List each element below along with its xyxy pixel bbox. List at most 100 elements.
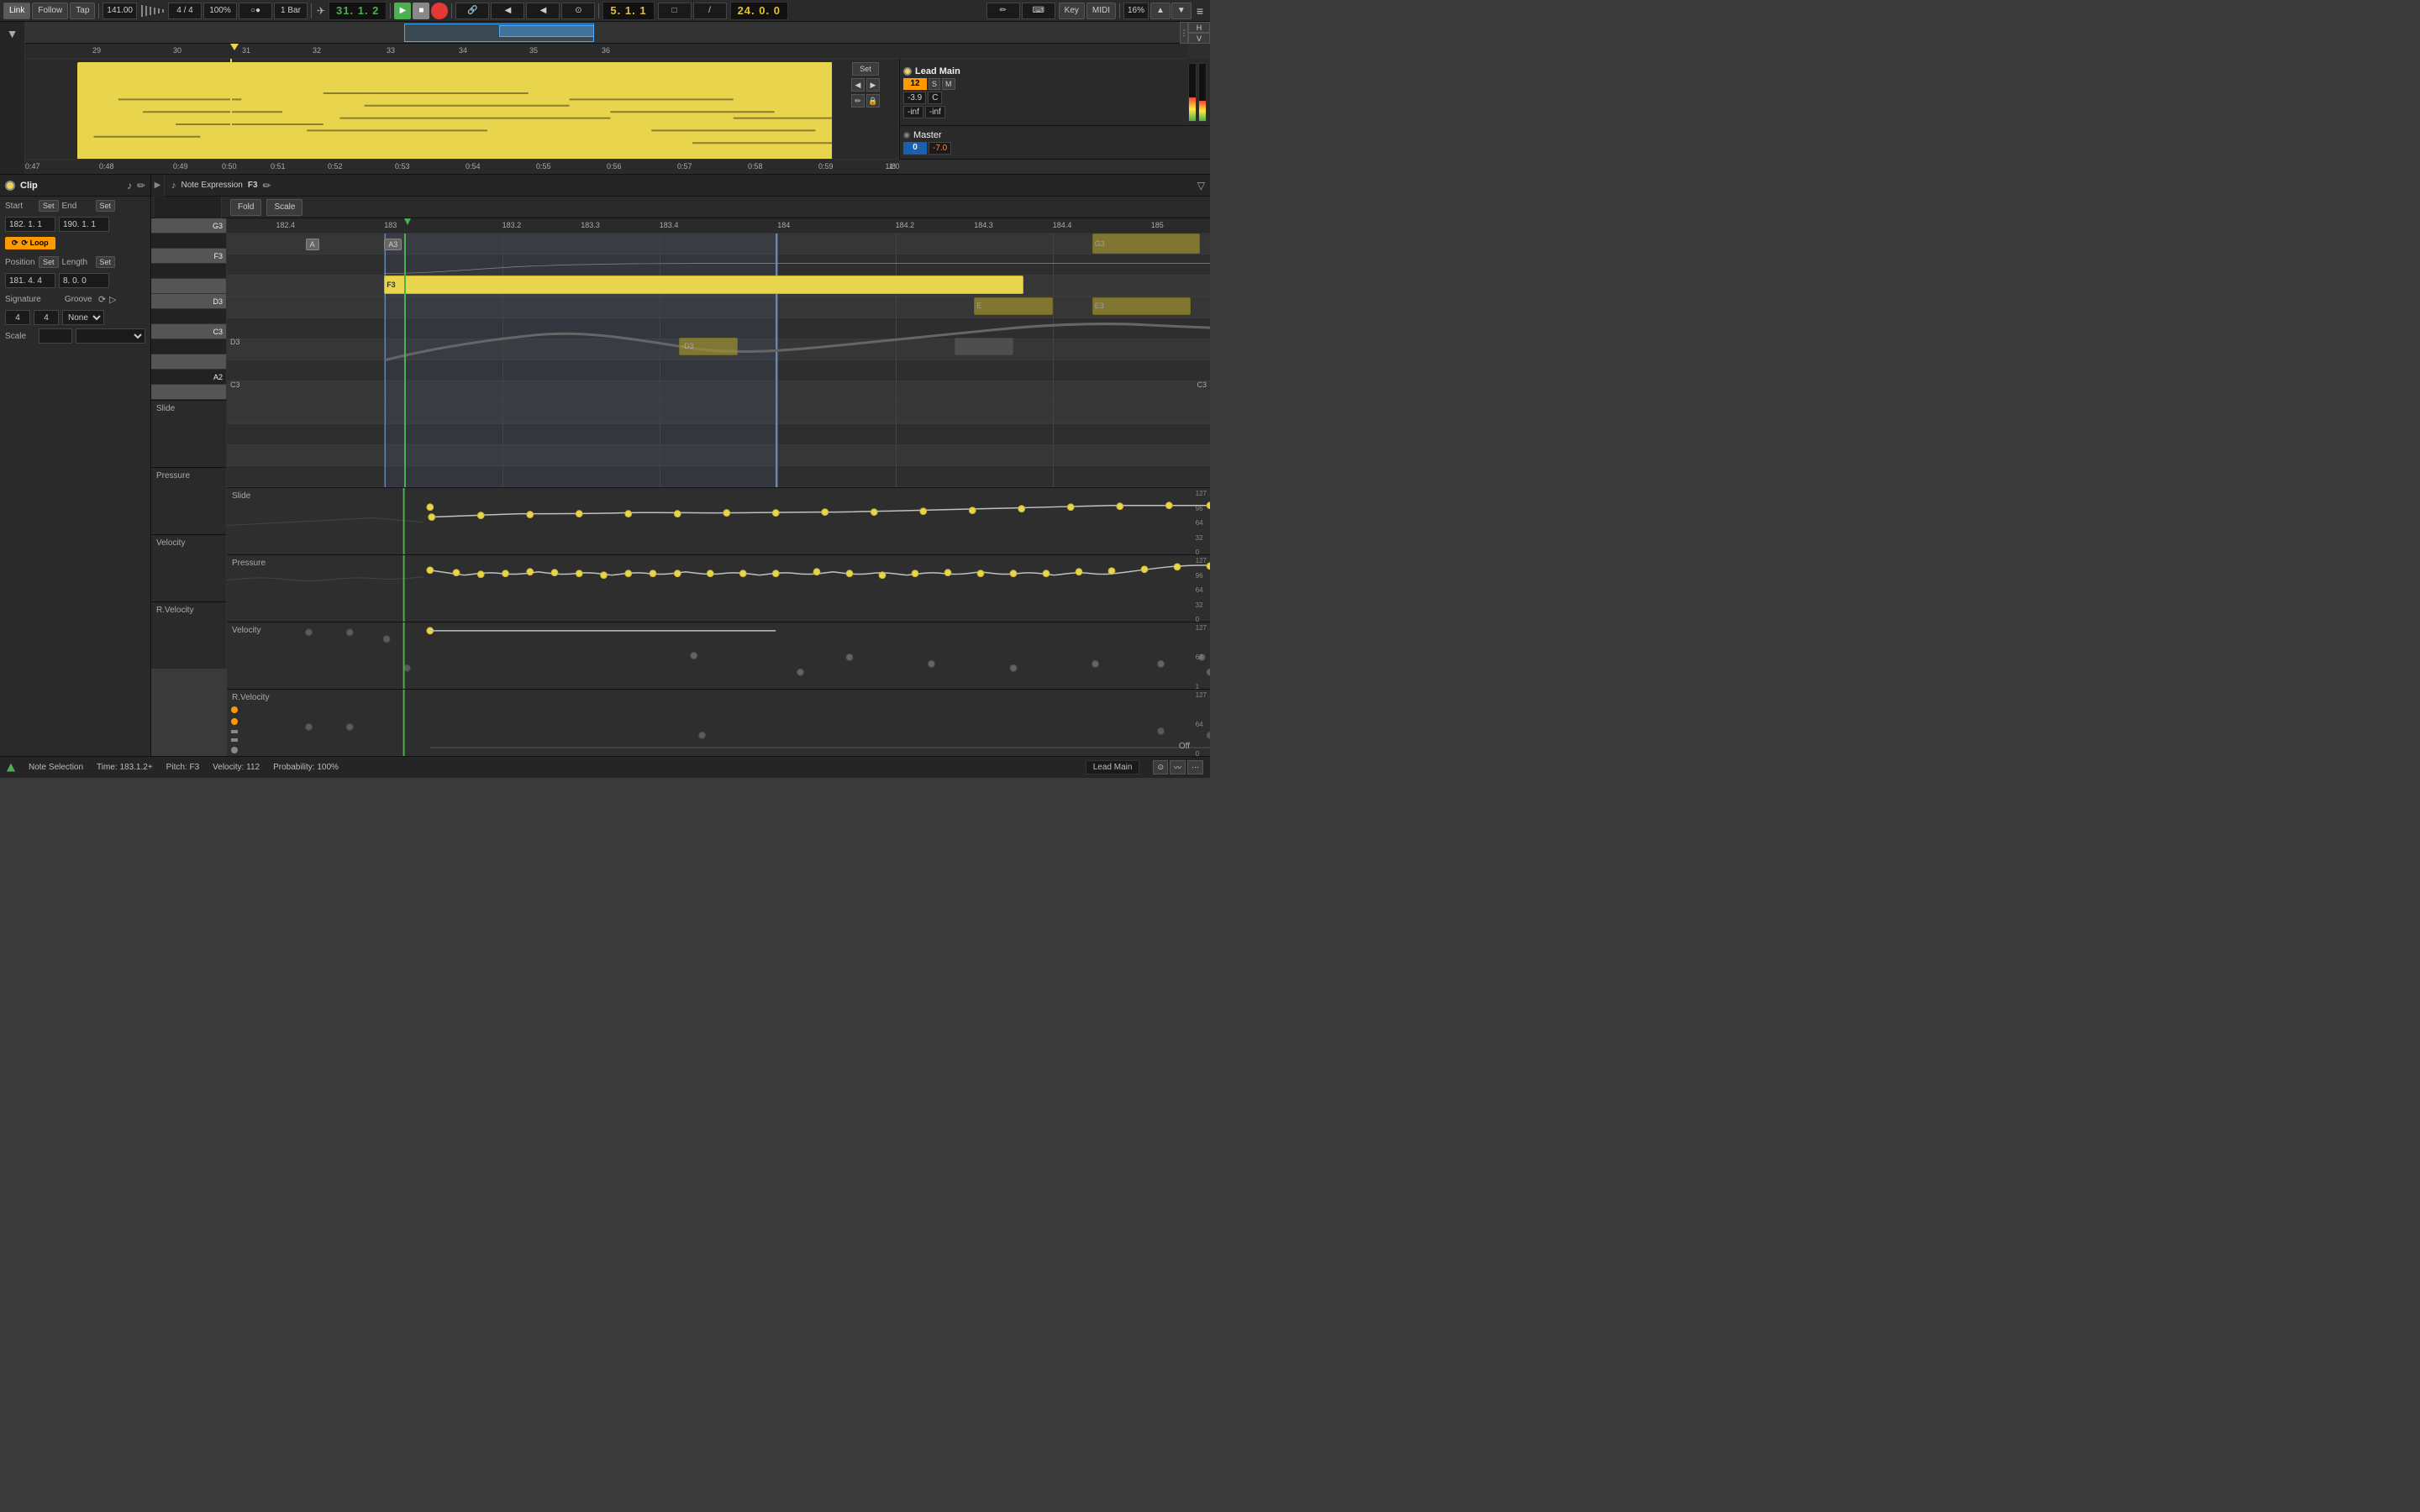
set-prev-btn[interactable]: ◀ <box>851 78 865 92</box>
note-f3-main[interactable]: F3 <box>384 276 1023 295</box>
len-set-btn[interactable]: Set <box>96 256 116 268</box>
start-set-btn[interactable]: Set <box>39 200 59 212</box>
sig-numerator[interactable]: 4 <box>5 310 30 325</box>
record-button[interactable] <box>431 3 448 19</box>
groove-select[interactable]: None <box>62 310 104 325</box>
pr-tick-184: 184 <box>777 221 790 229</box>
pos-val-row: 181. 4. 4 8. 0. 0 <box>0 271 150 290</box>
pr-tick-183: 183 <box>384 221 397 229</box>
loop-btn[interactable]: ⟳ ⟳ Loop <box>5 237 55 249</box>
lock-icon[interactable]: 🔒 <box>866 94 880 108</box>
set-button[interactable]: Set <box>852 62 879 76</box>
loop-region[interactable] <box>499 25 594 37</box>
sig-val-row: 4 4 None <box>0 308 150 327</box>
piano-key-Ab2[interactable] <box>151 385 226 400</box>
piano-key-Eb3[interactable] <box>151 279 226 294</box>
pan-l: -3.9 <box>903 92 926 104</box>
clip-icon1[interactable]: 🔗 <box>455 3 489 19</box>
status-knob-btn[interactable]: ⊙ <box>1153 760 1168 774</box>
status-velocity: Velocity: 112 <box>213 763 260 772</box>
pr-playhead-marker <box>404 218 411 225</box>
midi-btn[interactable]: MIDI <box>1086 3 1116 19</box>
pr-ruler: 182.4 183 183.2 183.3 183.4 184 184.2 18… <box>227 218 1210 234</box>
bpm-display[interactable]: 141.00 <box>103 3 137 19</box>
pr-chevron-icon[interactable]: ▽ <box>1197 180 1205 192</box>
status-wave-btn[interactable]: 〰 <box>1170 760 1186 774</box>
yellow-clip[interactable] <box>77 62 897 159</box>
len-val[interactable]: 8. 0. 0 <box>59 273 109 288</box>
zoom-display[interactable]: 100% <box>203 3 237 19</box>
clip-icon3[interactable]: ◀ <box>526 3 560 19</box>
loop-label: ⟳ Loop <box>22 239 49 248</box>
track-vol[interactable]: 12 <box>903 78 927 90</box>
pr-grid[interactable]: A A3 G3 F3 E E3 -D3 D3 <box>227 234 1210 487</box>
follow-button[interactable]: Follow <box>32 3 68 19</box>
clip-icon2[interactable]: ◀ <box>491 3 524 19</box>
arr-icon2[interactable]: / <box>693 3 727 19</box>
h-btn[interactable]: H <box>1188 22 1210 33</box>
v-btn[interactable]: V <box>1188 33 1210 44</box>
set-next-btn[interactable]: ▶ <box>866 78 880 92</box>
groove-settings-icon[interactable]: ▷ <box>109 294 116 305</box>
clip-icon4[interactable]: ⊙ <box>561 3 595 19</box>
piano-key-C3[interactable]: C3 <box>151 324 226 339</box>
fold-btn[interactable]: Fold <box>230 199 261 216</box>
piano-key-Bb2[interactable] <box>151 354 226 370</box>
ruler-33: 33 <box>387 46 395 55</box>
piano-key-F3[interactable]: F3 <box>151 249 226 264</box>
sig-groove-row: Signature Groove ⟳ ▷ <box>0 290 150 308</box>
resize-handle[interactable]: ⋮ <box>1180 22 1188 44</box>
overview-strip[interactable]: H V ⋮ <box>25 22 1210 44</box>
pr-edit-icon[interactable]: ✏ <box>263 180 271 192</box>
key-btn[interactable]: Key <box>1059 3 1085 19</box>
tap-button[interactable]: Tap <box>70 3 95 19</box>
piano-key-Fs3[interactable] <box>151 234 226 249</box>
level-meter-l <box>1188 63 1197 122</box>
pencil-icon[interactable]: ✏ <box>851 94 865 108</box>
stop-button[interactable]: ■ <box>413 3 429 19</box>
scale-btn[interactable]: Scale <box>266 199 302 216</box>
piano-key-Cs3[interactable] <box>151 309 226 324</box>
end-set-btn[interactable]: Set <box>96 200 116 212</box>
scale-input[interactable] <box>39 328 72 344</box>
sig-denominator[interactable]: 4 <box>34 310 59 325</box>
arr-icon1[interactable]: □ <box>658 3 692 19</box>
zoom-out-btn[interactable]: ▼ <box>1171 3 1192 19</box>
piano-key-A2[interactable]: A2 <box>151 370 226 385</box>
pos-set-btn[interactable]: Set <box>39 256 59 268</box>
piano-key-G3[interactable]: G3 <box>151 218 226 234</box>
arr-pos: 5. 1. 1 <box>602 2 654 20</box>
clip-note-icon[interactable]: ♪ <box>127 180 132 192</box>
scale-type-select[interactable] <box>76 328 145 344</box>
right-icon2[interactable]: ⌨ <box>1022 3 1055 19</box>
m-btn[interactable]: M <box>942 78 955 90</box>
hamburger-menu[interactable]: ≡ <box>1193 4 1207 18</box>
timesig-display[interactable]: 4 / 4 <box>168 3 202 19</box>
pr-header-left: ▶ <box>151 175 165 197</box>
piano-key-E3[interactable] <box>151 264 226 279</box>
start-val[interactable]: 182. 1. 1 <box>5 217 55 232</box>
ruler-30: 30 <box>173 46 182 55</box>
pos-val[interactable]: 181. 4. 4 <box>5 273 55 288</box>
clip-edit-icon[interactable]: ✏ <box>137 180 145 192</box>
set-controls: Set ◀ ▶ ✏ 🔒 <box>832 59 899 159</box>
arr-collapse-btn[interactable]: ▼ <box>7 27 18 40</box>
groove-icon[interactable]: ⟳ <box>98 294 106 305</box>
zoom-in-btn[interactable]: ▲ <box>1150 3 1171 19</box>
slide-64: 64 <box>1196 519 1207 527</box>
link-button[interactable]: Link <box>3 3 30 19</box>
status-dots-btn[interactable]: ⋯ <box>1187 760 1203 774</box>
play-button[interactable]: ▶ <box>394 3 411 19</box>
metronome-display[interactable]: ○● <box>239 3 272 19</box>
s-btn[interactable]: S <box>929 78 940 90</box>
pr-key-area <box>155 197 222 218</box>
pr-selection-region <box>384 234 777 487</box>
piano-key-B2[interactable] <box>151 339 226 354</box>
pr-collapse-btn[interactable]: ▶ <box>155 181 161 190</box>
right-icon1[interactable]: ✏ <box>986 3 1020 19</box>
end-val[interactable]: 190. 1. 1 <box>59 217 109 232</box>
piano-key-D3[interactable]: D3 <box>151 294 226 309</box>
pressure-127: 127 <box>1196 557 1207 564</box>
loop-len-display[interactable]: 1 Bar <box>274 3 308 19</box>
master-val1[interactable]: 0 <box>903 142 927 155</box>
